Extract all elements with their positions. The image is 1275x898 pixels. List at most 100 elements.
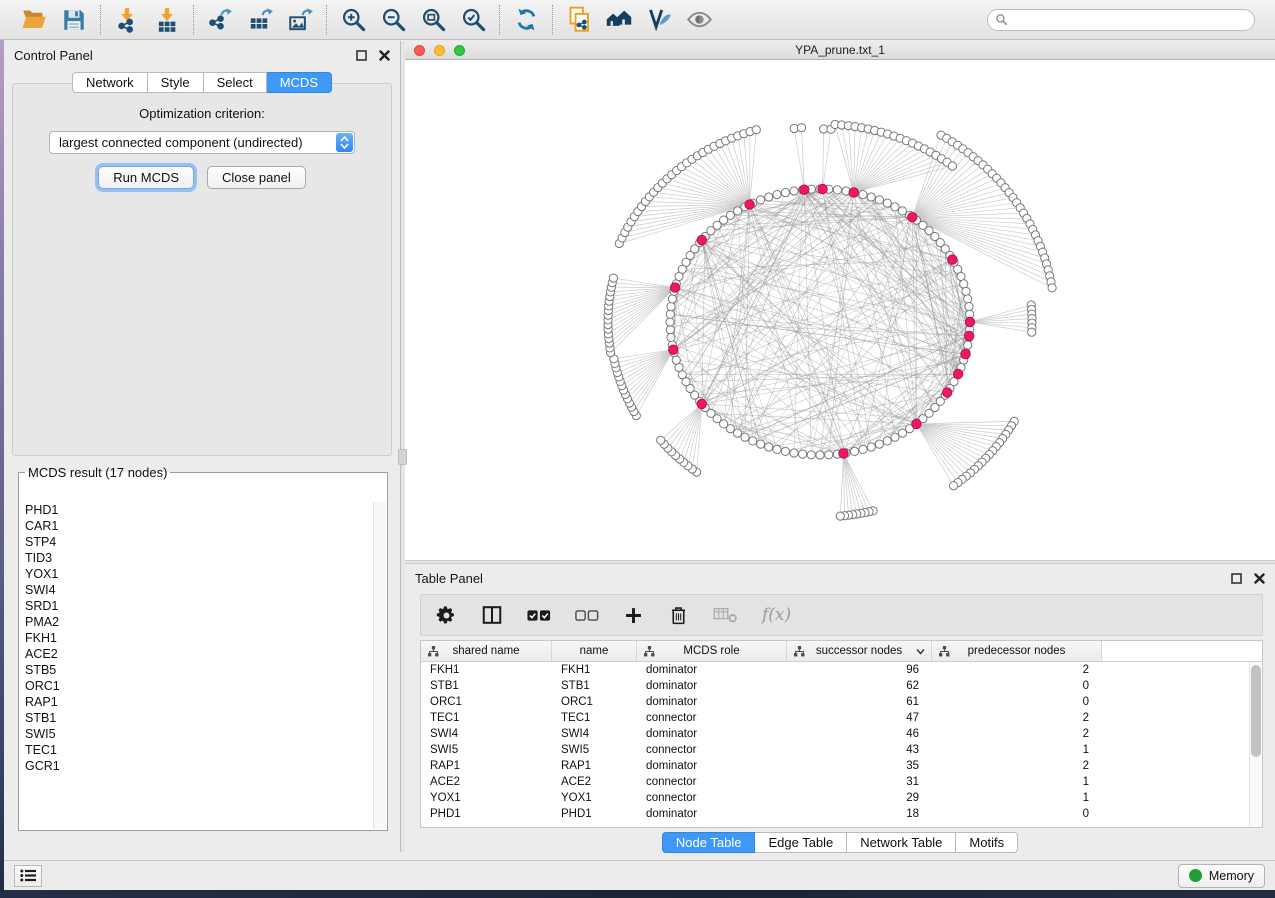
mcds-node[interactable] (943, 388, 952, 397)
network-node[interactable] (891, 203, 899, 211)
export-image-icon[interactable] (286, 6, 314, 34)
save-session-icon[interactable] (60, 6, 88, 34)
network-node[interactable] (757, 440, 765, 448)
table-row[interactable]: PHD1PHD1dominator180 (421, 806, 1262, 822)
network-node[interactable] (657, 436, 665, 444)
mcds-node[interactable] (912, 419, 921, 428)
network-node[interactable] (790, 187, 798, 195)
network-node[interactable] (757, 196, 765, 204)
mcds-result-item[interactable]: TEC1 (25, 742, 373, 758)
show-graphics-details-icon[interactable] (685, 6, 713, 34)
window-maximize-icon[interactable] (454, 45, 465, 56)
mcds-result-item[interactable]: YOX1 (25, 566, 373, 582)
table-row[interactable]: TEC1TEC1connector472 (421, 710, 1262, 726)
mcds-result-item[interactable]: TID3 (25, 550, 373, 566)
network-node[interactable] (749, 437, 757, 445)
mcds-result-item[interactable]: STB1 (25, 710, 373, 726)
mcds-node[interactable] (908, 213, 917, 222)
window-minimize-icon[interactable] (434, 45, 445, 56)
mcds-result-item[interactable]: SWI5 (25, 726, 373, 742)
float-table-panel-icon[interactable] (1231, 573, 1242, 584)
mcds-node[interactable] (670, 283, 679, 292)
network-node[interactable] (875, 440, 883, 448)
tab-mcds[interactable]: MCDS (267, 72, 332, 93)
network-node[interactable] (883, 437, 891, 445)
network-node[interactable] (1048, 284, 1056, 292)
export-network-icon[interactable] (206, 6, 234, 34)
network-node[interactable] (964, 295, 972, 303)
mcds-result-item[interactable]: PHD1 (25, 502, 373, 518)
mcds-result-item[interactable]: CAR1 (25, 518, 373, 534)
mcds-result-item[interactable]: SRD1 (25, 598, 373, 614)
float-panel-icon[interactable] (356, 50, 367, 61)
network-node[interactable] (666, 318, 674, 326)
network-node[interactable] (667, 303, 675, 311)
mcds-list-scrollbar[interactable] (373, 502, 386, 829)
memory-button[interactable]: Memory (1178, 864, 1265, 888)
import-table-icon[interactable] (153, 6, 181, 34)
tab-node-table[interactable]: Node Table (662, 832, 756, 853)
network-node[interactable] (875, 196, 883, 204)
network-node[interactable] (666, 310, 674, 318)
table-row[interactable]: SWI5SWI5connector431 (421, 742, 1262, 758)
table-scrollbar-thumb[interactable] (1251, 665, 1261, 757)
tab-select[interactable]: Select (204, 72, 267, 93)
mcds-node[interactable] (800, 185, 809, 194)
delete-column-icon[interactable] (668, 605, 689, 626)
network-node[interactable] (752, 126, 760, 134)
run-mcds-button[interactable]: Run MCDS (98, 166, 194, 189)
network-canvas[interactable] (405, 60, 1275, 560)
table-row[interactable]: ORC1ORC1dominator610 (421, 694, 1262, 710)
network-node[interactable] (950, 482, 958, 490)
network-node[interactable] (891, 433, 899, 441)
mcds-node[interactable] (745, 200, 754, 209)
export-table-icon[interactable] (246, 6, 274, 34)
column-header-name[interactable]: name (552, 641, 637, 661)
mcds-node[interactable] (697, 235, 706, 244)
network-node[interactable] (833, 186, 841, 194)
network-node[interactable] (867, 443, 875, 451)
task-history-button[interactable] (14, 865, 42, 887)
import-network-icon[interactable] (113, 6, 141, 34)
table-row[interactable]: STB1STB1dominator620 (421, 678, 1262, 694)
network-node[interactable] (964, 341, 972, 349)
function-builder-icon[interactable]: f(x) (762, 605, 791, 625)
delete-table-icon[interactable] (713, 606, 738, 624)
mcds-node[interactable] (839, 449, 848, 458)
tab-network[interactable]: Network (72, 72, 148, 93)
network-node[interactable] (765, 443, 773, 451)
table-row[interactable]: SWI4SWI4dominator462 (421, 726, 1262, 742)
network-node[interactable] (962, 287, 970, 295)
network-node[interactable] (797, 124, 805, 132)
close-table-panel-icon[interactable] (1254, 573, 1265, 584)
network-node[interactable] (765, 193, 773, 201)
network-node[interactable] (741, 433, 749, 441)
mcds-node[interactable] (961, 350, 970, 359)
network-node[interactable] (859, 445, 867, 453)
horizontal-splitter[interactable] (405, 560, 1275, 564)
zoom-fit-icon[interactable] (419, 6, 447, 34)
mcds-node[interactable] (965, 331, 974, 340)
mcds-node[interactable] (697, 399, 706, 408)
deselect-all-icon[interactable] (575, 609, 599, 622)
network-node[interactable] (859, 191, 867, 199)
network-node[interactable] (898, 429, 906, 437)
table-row[interactable]: ACE2ACE2connector311 (421, 774, 1262, 790)
tab-network-table[interactable]: Network Table (847, 832, 956, 853)
table-row[interactable]: RAP1RAP1dominator352 (421, 758, 1262, 774)
network-node[interactable] (781, 447, 789, 455)
table-row[interactable]: FKH1FKH1dominator962 (421, 662, 1262, 678)
network-node[interactable] (790, 449, 798, 457)
close-panel-icon[interactable] (379, 50, 390, 61)
tab-style[interactable]: Style (148, 72, 204, 93)
open-file-icon[interactable] (20, 6, 48, 34)
column-header-successor-nodes[interactable]: successor nodes (787, 641, 932, 661)
network-node[interactable] (773, 191, 781, 199)
mcds-node[interactable] (849, 188, 858, 197)
network-node[interactable] (816, 451, 824, 459)
mcds-result-item[interactable]: STB5 (25, 662, 373, 678)
new-network-from-selection-icon[interactable] (565, 6, 593, 34)
mcds-node[interactable] (669, 345, 678, 354)
table-row[interactable]: YOX1YOX1connector291 (421, 790, 1262, 806)
mcds-result-item[interactable]: FKH1 (25, 630, 373, 646)
